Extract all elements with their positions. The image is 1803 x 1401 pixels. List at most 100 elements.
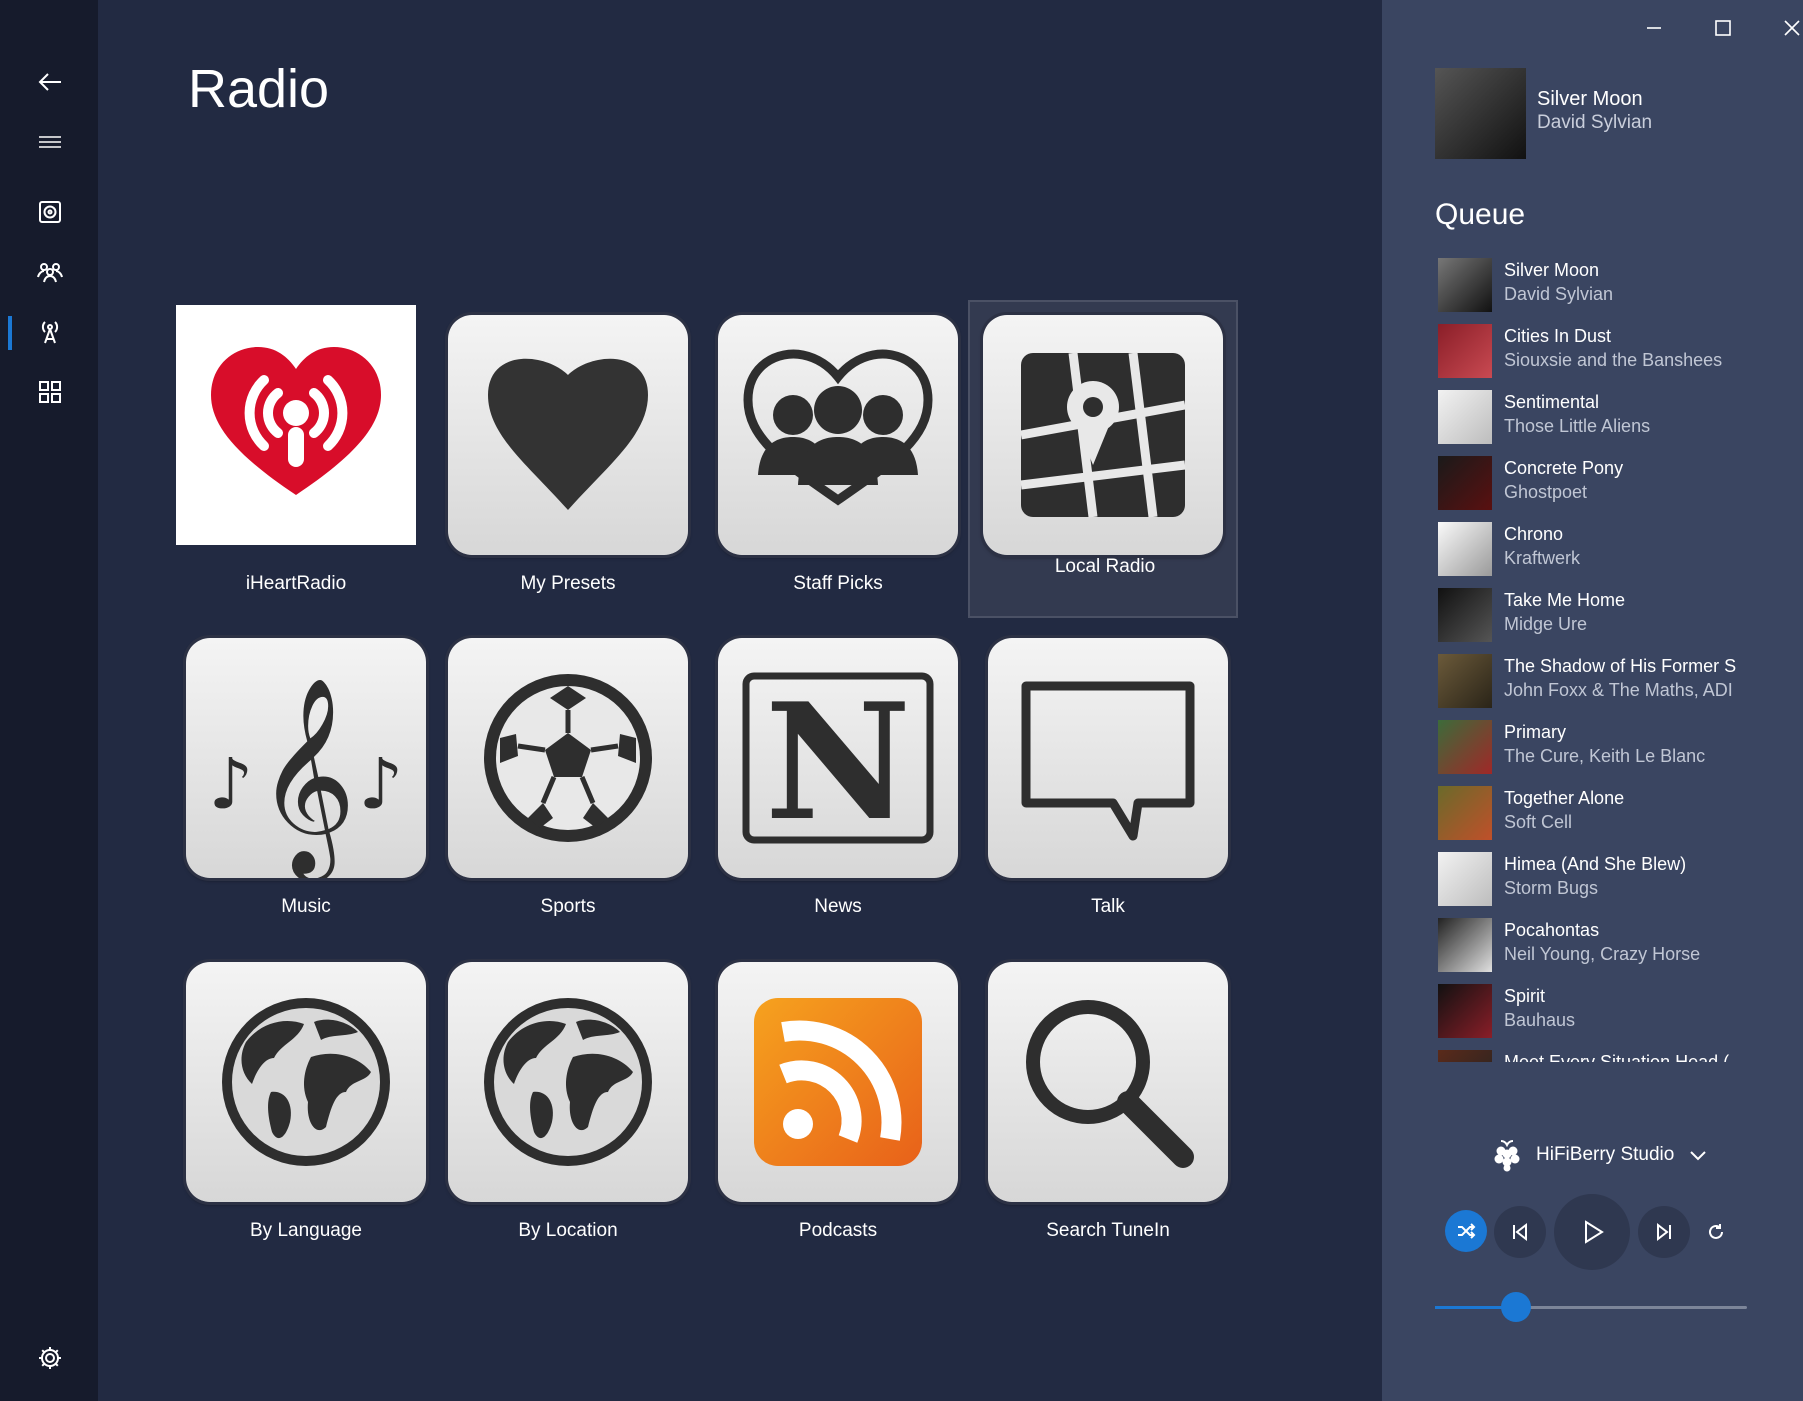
tile-staff-picks[interactable]: Staff Picks: [708, 305, 978, 613]
main-content: Radio iHeartRadio My Presets Staff Picks…: [98, 0, 1382, 1401]
back-button[interactable]: [24, 56, 76, 108]
tile-iheartradio[interactable]: iHeartRadio: [176, 305, 446, 613]
minimize-icon: [1647, 27, 1661, 29]
list-item[interactable]: Sentimental Those Little Aliens: [1438, 388, 1778, 454]
device-selector[interactable]: HiFiBerry Studio: [1492, 1138, 1708, 1172]
album-thumbnail: [1438, 720, 1492, 774]
svg-text:♪: ♪: [209, 743, 254, 825]
play-icon: [1585, 1220, 1604, 1244]
tile-podcasts[interactable]: Podcasts: [708, 952, 978, 1260]
now-playing-panel: Silver Moon David Sylvian Queue Silver M…: [1382, 0, 1803, 1401]
list-item[interactable]: Silver Moon David Sylvian: [1438, 256, 1778, 322]
list-item[interactable]: The Shadow of His Former S John Foxx & Th…: [1438, 652, 1778, 718]
now-playing-title: Silver Moon: [1537, 88, 1643, 110]
queue-item-title: Chrono: [1504, 524, 1564, 544]
staff-people-icon: [718, 315, 958, 555]
close-icon: [1784, 20, 1800, 36]
queue-item-artist: Midge Ure: [1504, 614, 1588, 634]
list-item[interactable]: Together Alone Soft Cell: [1438, 784, 1778, 850]
tile-music[interactable]: 𝄞 ♪ ♪ Music: [176, 628, 446, 936]
queue-item-title: Silver Moon: [1504, 260, 1600, 280]
tile-news[interactable]: N News: [708, 628, 978, 936]
nav-radio[interactable]: [24, 306, 76, 358]
queue-item-artist: Those Little Aliens: [1504, 416, 1651, 436]
volume-thumb[interactable]: [1501, 1292, 1532, 1322]
hamburger-menu-icon: [39, 136, 61, 148]
globe-icon: [186, 962, 426, 1202]
tile-by-location[interactable]: By Location: [438, 952, 708, 1260]
close-button[interactable]: [1766, 8, 1803, 48]
page-title: Radio: [188, 59, 330, 119]
shuffle-button[interactable]: [1445, 1210, 1487, 1252]
volume-slider[interactable]: [1435, 1292, 1747, 1322]
tile-label: My Presets: [520, 573, 616, 594]
people-group-icon: [37, 263, 63, 283]
device-name: HiFiBerry Studio: [1536, 1144, 1675, 1165]
album-thumbnail: [1438, 258, 1492, 312]
queue-item-title: Spirit: [1504, 986, 1546, 1006]
svg-text:♪: ♪: [359, 743, 404, 825]
previous-icon: [1513, 1222, 1527, 1242]
queue-item-artist: Kraftwerk: [1504, 548, 1581, 568]
settings-button[interactable]: [24, 1332, 76, 1384]
album-thumbnail: [1438, 654, 1492, 708]
radio-tower-icon: [41, 321, 59, 344]
soccer-ball-icon: [448, 638, 688, 878]
tile-label: Sports: [540, 896, 596, 917]
svg-text:𝄞: 𝄞: [256, 676, 356, 878]
chevron-down-icon: [1690, 1151, 1707, 1161]
globe-icon: [448, 962, 688, 1202]
list-item[interactable]: Take Me Home Midge Ure: [1438, 586, 1778, 652]
next-button[interactable]: [1638, 1206, 1690, 1258]
play-button[interactable]: [1554, 1194, 1630, 1270]
tile-search-tunein[interactable]: Search TuneIn: [978, 952, 1248, 1260]
speech-bubble-icon: [988, 638, 1228, 878]
queue-item-artist: David Sylvian: [1504, 284, 1614, 304]
list-item[interactable]: Spirit Bauhaus: [1438, 982, 1778, 1048]
minimize-button[interactable]: [1628, 8, 1680, 48]
list-item[interactable]: Chrono Kraftwerk: [1438, 520, 1778, 586]
queue-item-title: Take Me Home: [1504, 590, 1626, 610]
tile-by-language[interactable]: By Language: [176, 952, 446, 1260]
tile-talk[interactable]: Talk: [978, 628, 1248, 936]
queue-item-title: Cities In Dust: [1504, 326, 1612, 346]
queue-item-artist: Ghostpoet: [1504, 482, 1588, 502]
nav-selection-indicator: [8, 316, 12, 350]
search-icon: [988, 962, 1228, 1202]
list-item[interactable]: Pocahontas Neil Young, Crazy Horse: [1438, 916, 1778, 982]
app-window: Radio iHeartRadio My Presets Staff Picks…: [0, 0, 1803, 1401]
tile-label: By Location: [518, 1220, 618, 1241]
album-thumbnail: [1438, 588, 1492, 642]
previous-button[interactable]: [1494, 1206, 1546, 1258]
nav-people[interactable]: [24, 246, 76, 298]
list-item[interactable]: Cities In Dust Siouxsie and the Banshees: [1438, 322, 1778, 388]
rss-icon: [718, 962, 958, 1202]
tile-sports[interactable]: Sports: [438, 628, 708, 936]
album-thumbnail: [1438, 456, 1492, 510]
tile-label: Staff Picks: [793, 573, 883, 594]
list-item[interactable]: Primary The Cure, Keith Le Blanc: [1438, 718, 1778, 784]
tile-my-presets[interactable]: My Presets: [438, 305, 708, 613]
list-item[interactable]: Himea (And She Blew) Storm Bugs: [1438, 850, 1778, 916]
now-playing-artist: David Sylvian: [1537, 112, 1653, 133]
queue-item-artist: John Foxx & The Maths, ADI: [1504, 680, 1733, 700]
nav-browse[interactable]: [24, 366, 76, 418]
maximize-button[interactable]: [1697, 8, 1749, 48]
tile-label: Music: [281, 896, 331, 917]
newspaper-icon: N: [718, 638, 958, 878]
queue-list[interactable]: Silver Moon David Sylvian Cities In Dust S…: [1438, 256, 1778, 1062]
tile-label: iHeartRadio: [245, 573, 347, 594]
list-item[interactable]: Meet Every Situation Head (: [1438, 1048, 1778, 1062]
tile-local-radio[interactable]: Local Radio: [968, 300, 1238, 618]
heart-icon: [448, 315, 688, 555]
next-icon: [1657, 1222, 1671, 1242]
list-item[interactable]: Concrete Pony Ghostpoet: [1438, 454, 1778, 520]
queue-item-artist: The Cure, Keith Le Blanc: [1504, 746, 1706, 766]
menu-button[interactable]: [24, 116, 76, 168]
tile-label: Podcasts: [798, 1220, 878, 1241]
album-thumbnail: [1438, 852, 1492, 906]
now-playing-album-art: [1435, 68, 1526, 159]
nav-speaker[interactable]: [24, 186, 76, 238]
repeat-button[interactable]: [1698, 1214, 1734, 1250]
queue-item-title: Together Alone: [1504, 788, 1625, 808]
